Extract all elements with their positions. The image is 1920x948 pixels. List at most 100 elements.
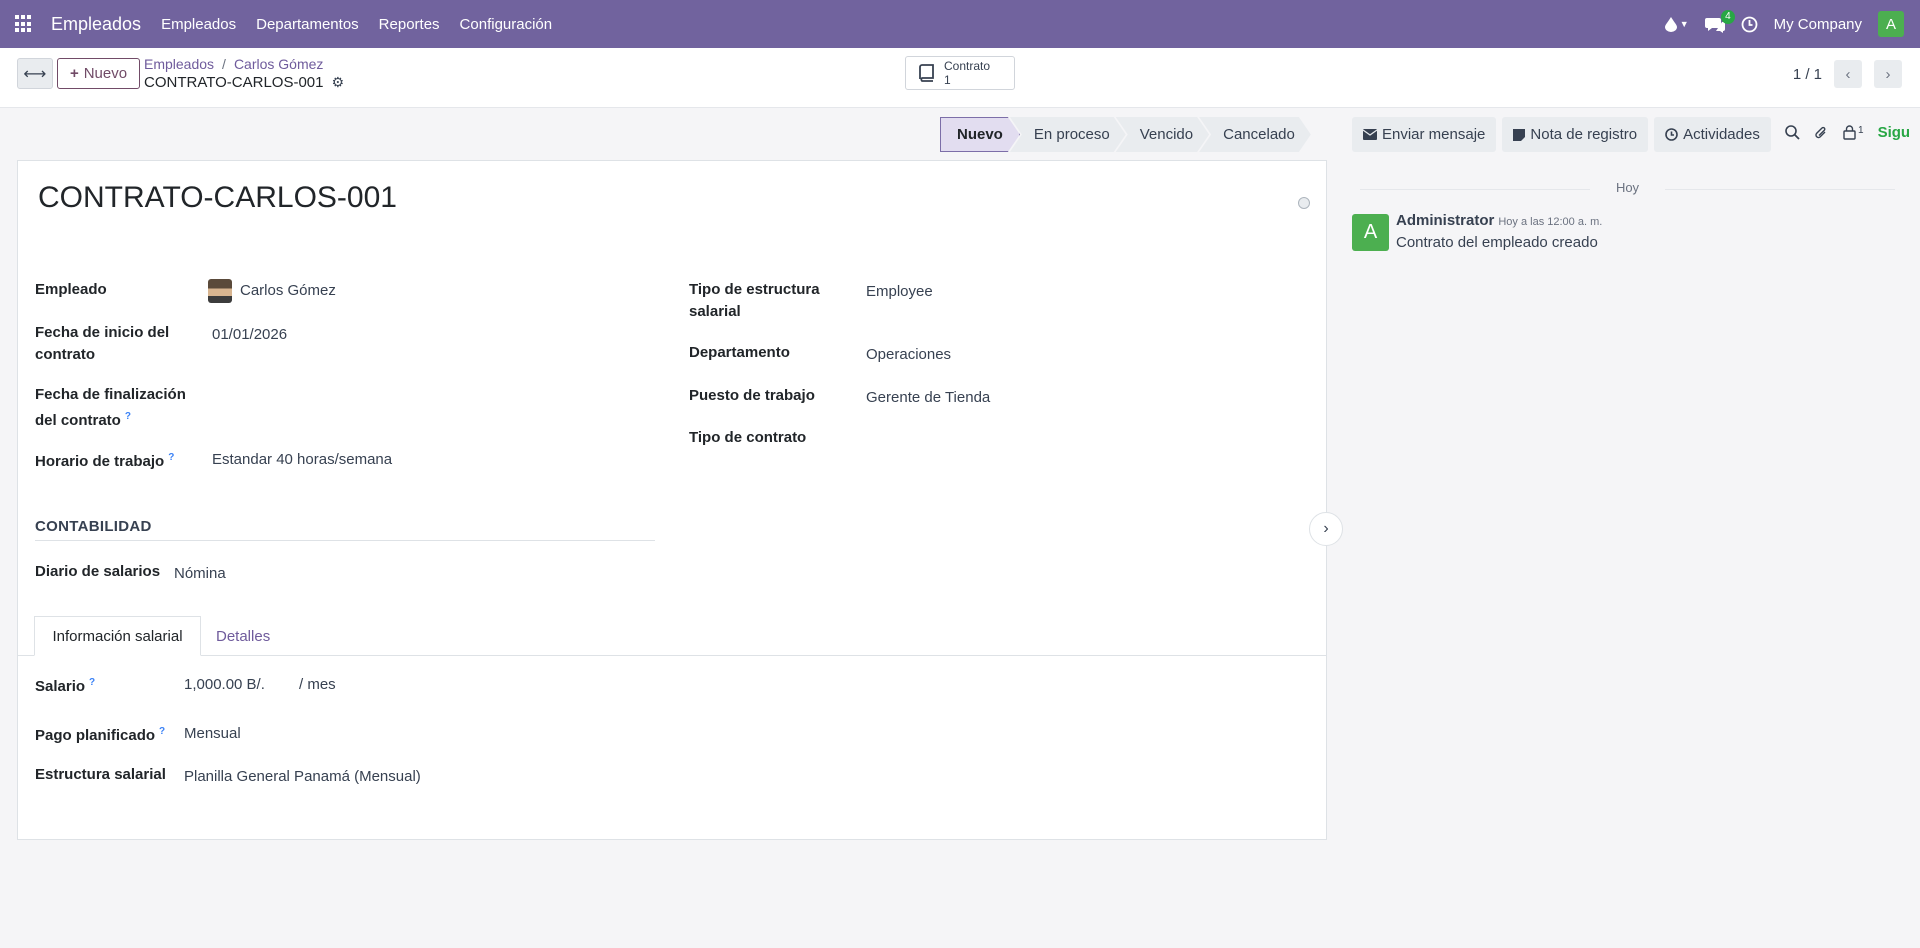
- status-bar: Nuevo En proceso Vencido Cancelado: [940, 117, 1311, 152]
- wage-label: Salario?: [35, 677, 96, 695]
- send-message-button[interactable]: Enviar mensaje: [1352, 117, 1497, 152]
- smart-button-label: Contrato: [944, 59, 991, 73]
- control-panel: ⟷ + Nuevo Empleados / Carlos Gómez CONTRAT…: [0, 48, 1920, 108]
- help-icon[interactable]: ?: [125, 411, 131, 422]
- menu-item-empleados[interactable]: Empleados: [161, 16, 236, 33]
- journal-field[interactable]: Nómina: [174, 565, 226, 582]
- arrows-horizontal-icon: ⟷: [23, 65, 47, 83]
- apps-menu-icon[interactable]: [15, 15, 33, 33]
- chatter-toggle-button[interactable]: ›: [1309, 512, 1343, 546]
- structure-type-label: Tipo de estructura salarial: [689, 281, 820, 320]
- breadcrumb: Empleados / Carlos Gómez: [144, 56, 324, 72]
- paperclip-icon[interactable]: [1814, 125, 1829, 141]
- form-sheet: CONTRATO-CARLOS-001 Empleado Carlos Góme…: [17, 160, 1327, 840]
- activities-label: Actividades: [1683, 126, 1760, 143]
- end-date-field[interactable]: [212, 388, 642, 408]
- activity-clock-icon[interactable]: [1741, 16, 1758, 33]
- new-button-label: Nuevo: [83, 65, 128, 82]
- stage-vencido[interactable]: Vencido: [1116, 117, 1209, 152]
- job-field[interactable]: Gerente de Tienda: [866, 389, 990, 406]
- schedule-pay-label: Pago planificado?: [35, 726, 166, 744]
- chatter-tools: 1 Sigu: [1785, 124, 1910, 141]
- tab-detalles[interactable]: Detalles: [216, 616, 270, 656]
- tab-informacion-salarial[interactable]: Información salarial: [34, 616, 201, 656]
- gear-icon[interactable]: ⚙: [331, 74, 344, 91]
- menu-item-configuracion[interactable]: Configuración: [460, 16, 553, 33]
- message-header: Administrator Hoy a las 12:00 a. m.: [1396, 212, 1602, 229]
- search-icon[interactable]: [1785, 125, 1800, 140]
- employee-value: Carlos Gómez: [240, 281, 336, 299]
- start-date-label: Fecha de inicio del contrato: [35, 324, 170, 363]
- message-time: Hoy a las 12:00 a. m.: [1498, 216, 1603, 228]
- log-note-button[interactable]: Nota de registro: [1502, 117, 1649, 152]
- help-icon[interactable]: ?: [89, 677, 95, 688]
- help-icon[interactable]: ?: [168, 452, 174, 463]
- follow-button[interactable]: Sigu: [1878, 124, 1911, 141]
- chevron-right-icon: ›: [1323, 520, 1329, 537]
- breadcrumb-carlos-gomez[interactable]: Carlos Gómez: [234, 56, 323, 72]
- stage-en-proceso[interactable]: En proceso: [1010, 117, 1126, 152]
- message-author[interactable]: Administrator: [1396, 212, 1494, 229]
- followers-button[interactable]: 1: [1843, 125, 1864, 140]
- notebook-tabs: Información salarial Detalles: [18, 616, 1326, 656]
- contract-title[interactable]: CONTRATO-CARLOS-001: [38, 181, 397, 215]
- followers-count: 1: [1858, 125, 1864, 136]
- menu-item-reportes[interactable]: Reportes: [379, 16, 440, 33]
- contract-smart-button[interactable]: Contrato 1: [905, 56, 1015, 90]
- company-switcher[interactable]: My Company: [1774, 16, 1862, 33]
- schedule-label: Horario de trabajo?: [35, 452, 175, 470]
- app-name[interactable]: Empleados: [51, 14, 141, 35]
- message-author-avatar[interactable]: A: [1352, 214, 1389, 251]
- activities-button[interactable]: Actividades: [1654, 117, 1771, 152]
- plus-icon: +: [69, 65, 79, 82]
- send-message-label: Enviar mensaje: [1382, 126, 1486, 143]
- sticky-note-icon: [1513, 128, 1526, 141]
- expand-toggle-button[interactable]: ⟷: [17, 58, 53, 89]
- breadcrumb-empleados[interactable]: Empleados: [144, 56, 214, 72]
- envelope-icon: [1363, 129, 1377, 140]
- date-separator: Hoy: [1360, 180, 1895, 195]
- wage-field[interactable]: 1,000.00 B/.: [184, 676, 265, 693]
- stage-nuevo[interactable]: Nuevo: [940, 117, 1020, 152]
- help-icon[interactable]: ?: [159, 726, 165, 737]
- chevron-right-icon: ›: [1885, 65, 1891, 83]
- menu-item-departamentos[interactable]: Departamentos: [256, 16, 359, 33]
- pager-previous-button[interactable]: ‹: [1834, 60, 1862, 88]
- start-date-field[interactable]: 01/01/2026: [212, 326, 287, 343]
- schedule-field[interactable]: Estandar 40 horas/semana: [212, 451, 392, 468]
- job-label: Puesto de trabajo: [689, 387, 815, 404]
- messages-count-badge: 4: [1721, 9, 1735, 24]
- end-date-label: Fecha de finalización del contrato?: [35, 386, 186, 429]
- salary-structure-label: Estructura salarial: [35, 766, 166, 783]
- journal-label: Diario de salarios: [35, 563, 161, 580]
- top-menu: Empleados Departamentos Reportes Configu…: [151, 16, 562, 33]
- book-icon: [919, 64, 934, 82]
- contract-type-field[interactable]: [866, 431, 1296, 451]
- pager-next-button[interactable]: ›: [1874, 60, 1902, 88]
- log-note-label: Nota de registro: [1530, 126, 1638, 143]
- salary-structure-field[interactable]: Planilla General Panamá (Mensual): [184, 768, 421, 785]
- debug-drop-icon[interactable]: ▼: [1664, 16, 1689, 32]
- stage-cancelado[interactable]: Cancelado: [1199, 117, 1311, 152]
- department-label: Departamento: [689, 344, 790, 361]
- department-field[interactable]: Operaciones: [866, 346, 951, 363]
- main-navbar: Empleados Empleados Departamentos Report…: [0, 0, 1920, 48]
- message-body: Contrato del empleado creado: [1396, 234, 1598, 251]
- employee-avatar: [208, 279, 232, 303]
- employee-label: Empleado: [35, 281, 107, 298]
- accounting-section-title: CONTABILIDAD: [35, 518, 655, 541]
- pager-value[interactable]: 1 / 1: [1793, 66, 1822, 83]
- new-button[interactable]: + Nuevo: [57, 58, 140, 89]
- kanban-state-icon[interactable]: [1298, 197, 1310, 209]
- wage-period: / mes: [299, 676, 336, 693]
- structure-type-field[interactable]: Employee: [866, 283, 933, 300]
- contract-type-label: Tipo de contrato: [689, 429, 807, 446]
- current-record-name: CONTRATO-CARLOS-001 ⚙: [144, 74, 344, 91]
- messages-icon[interactable]: 4: [1704, 9, 1735, 33]
- clock-icon: [1665, 128, 1678, 141]
- employee-field[interactable]: Carlos Gómez: [208, 279, 336, 303]
- user-avatar[interactable]: A: [1878, 11, 1904, 37]
- smart-button-count: 1: [944, 73, 951, 87]
- schedule-pay-field[interactable]: Mensual: [184, 725, 241, 742]
- lock-user-icon: [1843, 125, 1856, 140]
